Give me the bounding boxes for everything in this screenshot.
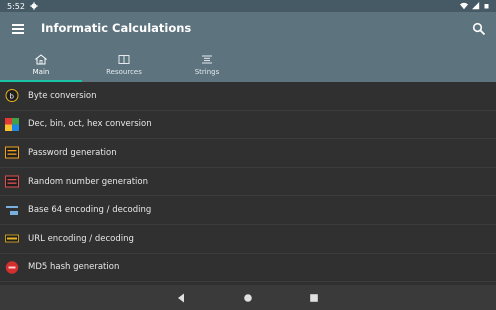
list-item-label: MD5 hash generation: [28, 262, 120, 273]
tab-main[interactable]: Main: [0, 47, 82, 82]
list-item-label: Dec, bin, oct, hex conversion: [28, 119, 152, 130]
list-item-label: URL encoding / decoding: [28, 233, 134, 244]
list-item-label: Random number generation: [28, 176, 148, 187]
list-item-label: Byte conversion: [28, 90, 97, 101]
wifi-icon: [460, 2, 468, 10]
menu-icon[interactable]: [12, 23, 24, 35]
password-icon: [5, 146, 19, 159]
number-base-icon: [5, 117, 19, 131]
byte-icon: b: [5, 89, 19, 103]
status-bar: 5:52: [0, 0, 496, 12]
back-icon[interactable]: [175, 292, 187, 304]
list-item-label: Password generation: [28, 147, 117, 158]
status-time: 5:52: [7, 1, 25, 11]
recents-icon[interactable]: [308, 292, 320, 304]
tab-resources-label: Resources: [106, 67, 142, 76]
home-icon: [35, 53, 47, 64]
search-icon[interactable]: [472, 22, 486, 36]
md5-icon: [5, 261, 19, 274]
home-button-icon[interactable]: [242, 292, 254, 304]
list-item-byte-conversion[interactable]: b Byte conversion: [0, 82, 496, 111]
system-nav-bar: [0, 285, 496, 310]
list-item-label: Base 64 encoding / decoding: [28, 205, 152, 216]
app-bar: Informatic Calculations: [0, 12, 496, 47]
list-item-md5[interactable]: MD5 hash generation: [0, 254, 496, 283]
list-item-random-number[interactable]: Random number generation: [0, 168, 496, 197]
strings-icon: [202, 55, 212, 63]
app-title: Informatic Calculations: [41, 21, 192, 35]
list-item-base64[interactable]: Base 64 encoding / decoding: [0, 196, 496, 225]
battery-icon: [484, 4, 489, 9]
base64-icon: [6, 205, 18, 215]
tab-strings[interactable]: Strings: [166, 47, 248, 82]
list-item-password-generation[interactable]: Password generation: [0, 139, 496, 168]
tab-strings-label: Strings: [194, 67, 220, 76]
signal-icon: [472, 2, 480, 10]
calculations-list: b Byte conversion Dec, bin, oct, hex con…: [0, 82, 496, 284]
random-number-icon: [5, 175, 19, 188]
tab-resources[interactable]: Resources: [83, 47, 165, 82]
book-icon: [118, 54, 130, 64]
tab-main-label: Main: [32, 67, 50, 76]
url-icon: [5, 234, 19, 243]
svg-text:b: b: [10, 93, 15, 101]
list-item-number-conversion[interactable]: Dec, bin, oct, hex conversion: [0, 111, 496, 140]
settings-gear-icon: [30, 2, 38, 10]
tab-bar: Main Resources Strings: [0, 47, 496, 82]
list-item-url-encoding[interactable]: URL encoding / decoding: [0, 225, 496, 254]
